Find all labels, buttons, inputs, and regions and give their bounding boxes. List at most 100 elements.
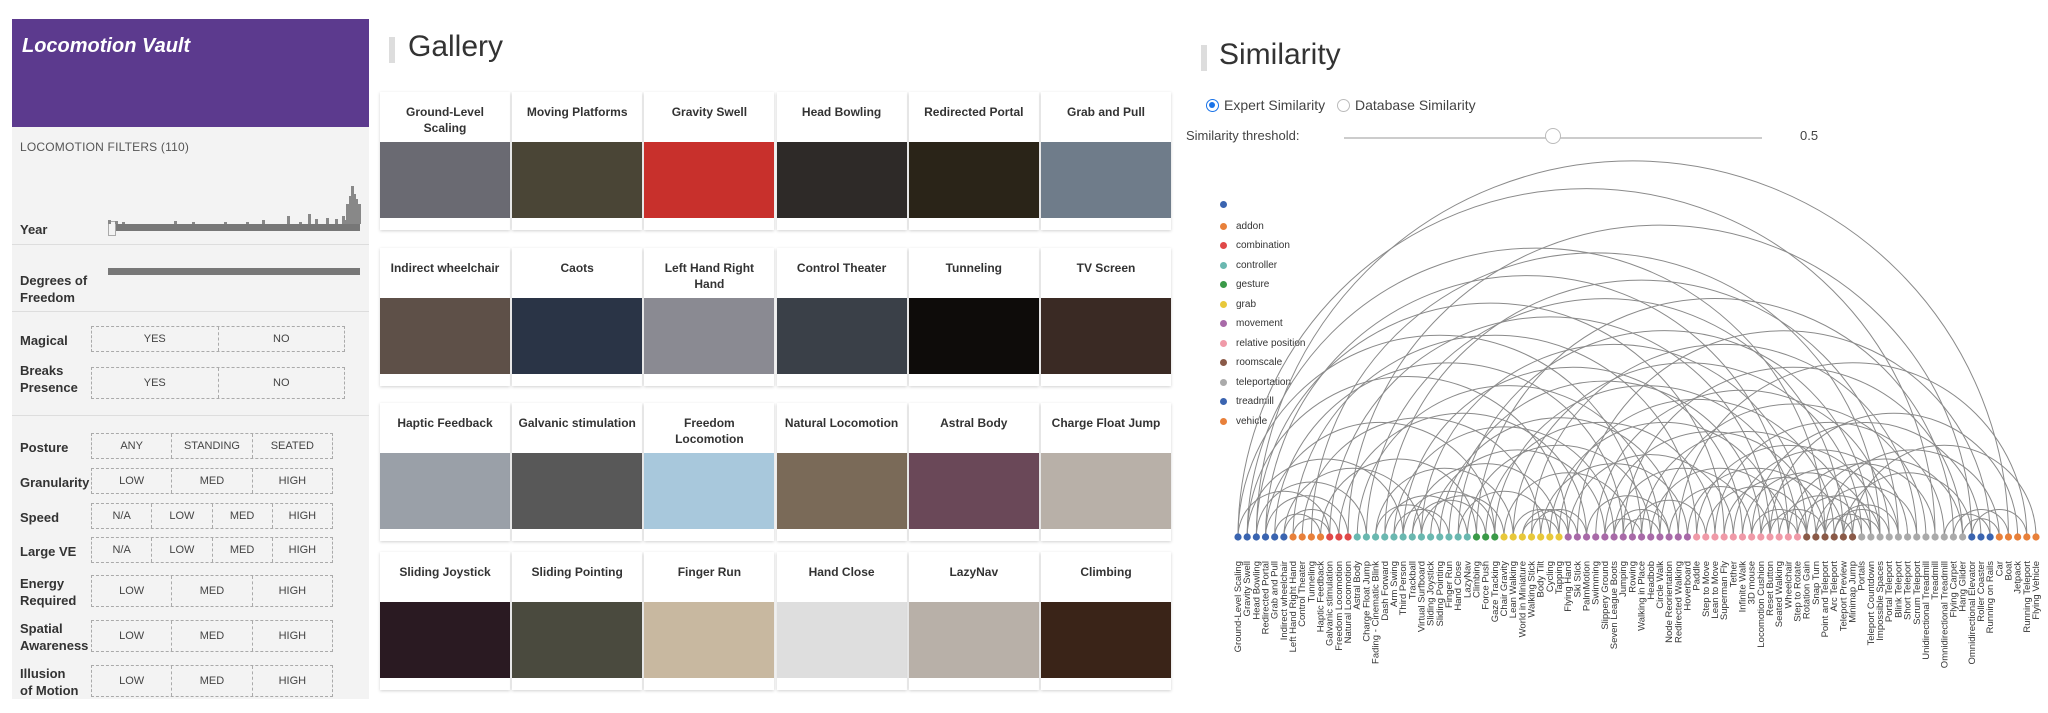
gallery-card[interactable]: Galvanic stimulation	[512, 403, 643, 541]
similarity-node[interactable]	[1858, 533, 1866, 541]
similarity-node[interactable]	[1619, 533, 1627, 541]
similarity-node[interactable]	[1913, 533, 1921, 541]
similarity-node[interactable]	[1454, 533, 1462, 541]
similarity-node[interactable]	[1335, 533, 1343, 541]
similarity-node[interactable]	[1867, 533, 1875, 541]
similarity-node[interactable]	[1527, 533, 1536, 541]
similarity-node[interactable]	[1793, 533, 1802, 541]
similarity-node[interactable]	[1436, 533, 1444, 541]
similarity-node[interactable]	[1280, 533, 1288, 541]
speed-low-button[interactable]: LOW	[152, 504, 213, 528]
gallery-card[interactable]: Haptic Feedback	[380, 403, 510, 541]
threshold-slider-thumb[interactable]	[1545, 128, 1561, 144]
similarity-node[interactable]	[1344, 533, 1352, 541]
gallery-card[interactable]: Gravity Swell	[644, 92, 775, 230]
similarity-node[interactable]	[1463, 533, 1471, 541]
similarity-node[interactable]	[1784, 533, 1792, 541]
energy-low-button[interactable]: LOW	[92, 576, 173, 606]
similarity-node[interactable]	[1968, 533, 1976, 541]
similarity-node[interactable]	[2014, 533, 2022, 541]
similarity-node[interactable]	[1766, 533, 1774, 541]
similarity-node[interactable]	[1399, 533, 1407, 541]
similarity-node[interactable]	[1537, 533, 1545, 541]
gallery-card[interactable]: Redirected Portal	[908, 92, 1039, 230]
similarity-node[interactable]	[1381, 533, 1389, 541]
similarity-node[interactable]	[1683, 533, 1692, 541]
year-range-track[interactable]	[108, 221, 360, 236]
year-histogram-slider[interactable]	[108, 164, 361, 236]
similarity-node[interactable]	[1518, 533, 1526, 541]
similarity-node[interactable]	[1665, 533, 1673, 541]
speed-high-button[interactable]: HIGH	[272, 504, 332, 528]
similarity-node[interactable]	[1940, 533, 1948, 541]
database-similarity-radio[interactable]: Database Similarity	[1337, 97, 1476, 113]
similarity-node[interactable]	[1362, 533, 1371, 541]
similarity-node[interactable]	[1637, 533, 1646, 541]
gallery-card[interactable]: LazyNav	[908, 552, 1039, 690]
similarity-node[interactable]	[1803, 533, 1811, 541]
similarity-node[interactable]	[1986, 533, 1994, 541]
similarity-node[interactable]	[1656, 533, 1664, 541]
similarity-node[interactable]	[1775, 533, 1783, 541]
magical-no-button[interactable]: NO	[218, 327, 344, 351]
similarity-node[interactable]	[1500, 533, 1508, 541]
similarity-node[interactable]	[1830, 533, 1838, 541]
similarity-node[interactable]	[1326, 533, 1334, 541]
similarity-node[interactable]	[1353, 533, 1361, 541]
similarity-node[interactable]	[1711, 533, 1719, 541]
similarity-node[interactable]	[1408, 533, 1416, 541]
similarity-node[interactable]	[2023, 533, 2031, 541]
gallery-card[interactable]: Climbing	[1041, 552, 1171, 690]
similarity-node[interactable]	[1564, 533, 1572, 541]
speed-med-button[interactable]: MED	[212, 504, 273, 528]
similarity-node[interactable]	[1628, 533, 1637, 541]
illusion-med-button[interactable]: MED	[172, 666, 253, 696]
breaks-presence-no-button[interactable]: NO	[218, 368, 344, 398]
gallery-card[interactable]: TV Screen	[1041, 248, 1171, 386]
similarity-node[interactable]	[1949, 533, 1958, 541]
similarity-node[interactable]	[1720, 533, 1728, 541]
illusion-low-button[interactable]: LOW	[92, 666, 173, 696]
similarity-node[interactable]	[1977, 533, 1985, 541]
gallery-card[interactable]: Hand Close	[776, 552, 907, 690]
similarity-node[interactable]	[1995, 533, 2003, 541]
illusion-high-button[interactable]: HIGH	[252, 666, 332, 696]
gallery-card[interactable]: Head Bowling	[776, 92, 907, 230]
gallery-card[interactable]: Natural Locomotion	[776, 403, 907, 541]
similarity-node[interactable]	[1555, 533, 1563, 541]
similarity-node[interactable]	[1316, 533, 1325, 541]
similarity-node[interactable]	[1601, 533, 1609, 541]
gallery-card[interactable]: Grab and Pull	[1041, 92, 1171, 230]
similarity-node[interactable]	[1509, 533, 1517, 541]
energy-high-button[interactable]: HIGH	[252, 576, 332, 606]
posture-standing-button[interactable]: STANDING	[172, 434, 253, 458]
large-ve-na-button[interactable]: N/A	[92, 538, 153, 562]
similarity-node[interactable]	[1271, 533, 1279, 541]
gallery-card[interactable]: Ground-Level Scaling	[380, 92, 510, 230]
similarity-node[interactable]	[1582, 533, 1591, 541]
gallery-card[interactable]: Moving Platforms	[512, 92, 643, 230]
gallery-card[interactable]: Finger Run	[644, 552, 775, 690]
spatial-low-button[interactable]: LOW	[92, 621, 173, 651]
dof-range-slider[interactable]	[108, 268, 360, 275]
similarity-node[interactable]	[2032, 533, 2040, 541]
gallery-card[interactable]: Astral Body	[908, 403, 1039, 541]
similarity-node[interactable]	[1491, 533, 1499, 541]
similarity-node[interactable]	[1472, 533, 1481, 541]
gallery-card[interactable]: Sliding Pointing	[512, 552, 643, 690]
spatial-high-button[interactable]: HIGH	[252, 621, 332, 651]
similarity-node[interactable]	[1903, 533, 1912, 541]
posture-seated-button[interactable]: SEATED	[252, 434, 332, 458]
gallery-card[interactable]: Left Hand Right Hand	[644, 248, 775, 386]
similarity-node[interactable]	[1748, 533, 1756, 541]
gallery-card[interactable]: Charge Float Jump	[1041, 403, 1171, 541]
similarity-node[interactable]	[1647, 533, 1655, 541]
energy-med-button[interactable]: MED	[172, 576, 253, 606]
similarity-node[interactable]	[1610, 533, 1618, 541]
similarity-node[interactable]	[1371, 533, 1380, 541]
gallery-card[interactable]: Freedom Locomotion	[644, 403, 775, 541]
gallery-card[interactable]: Indirect wheelchair	[380, 248, 510, 386]
similarity-node[interactable]	[2004, 533, 2013, 541]
similarity-node[interactable]	[1243, 533, 1251, 541]
posture-any-button[interactable]: ANY	[92, 434, 173, 458]
